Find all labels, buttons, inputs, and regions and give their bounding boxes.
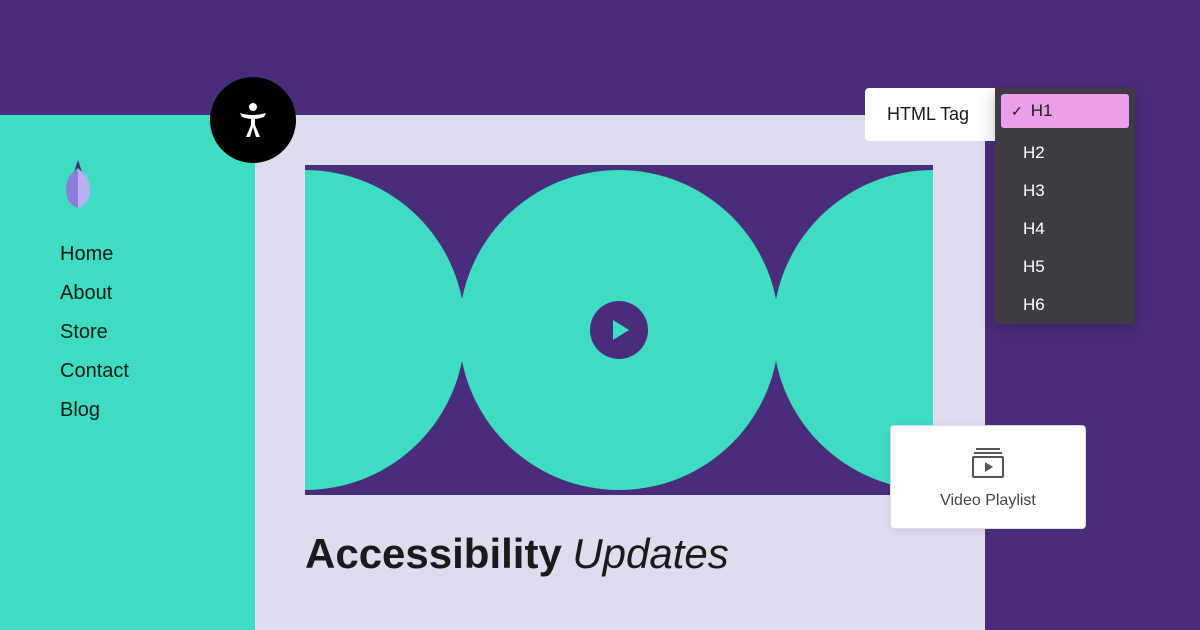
accessibility-icon <box>232 99 274 141</box>
video-playlist-icon <box>911 448 1065 478</box>
heading-italic: Updates <box>572 530 728 577</box>
dropdown-item-h2[interactable]: H2 <box>995 134 1135 172</box>
dropdown-item-label: H6 <box>1023 295 1045 315</box>
nav-item-home[interactable]: Home <box>60 243 255 266</box>
page-heading: Accessibility Updates <box>305 530 935 579</box>
nav-item-about[interactable]: About <box>60 282 255 305</box>
nav-item-store[interactable]: Store <box>60 321 255 344</box>
play-icon <box>613 320 629 340</box>
html-tag-dropdown[interactable]: ✓ H1 H2 H3 H4 H5 H6 <box>995 88 1135 324</box>
dropdown-item-label: H4 <box>1023 219 1045 239</box>
dropdown-item-label: H3 <box>1023 181 1045 201</box>
html-tag-panel: HTML Tag ✓ H1 H2 H3 H4 H5 H6 <box>865 88 1135 324</box>
check-icon: ✓ <box>1011 103 1023 120</box>
dropdown-item-label: H2 <box>1023 143 1045 163</box>
video-playlist-card[interactable]: Video Playlist <box>890 425 1086 529</box>
html-tag-label: HTML Tag <box>865 88 995 141</box>
accessibility-badge[interactable] <box>210 77 296 163</box>
site-logo <box>60 160 96 208</box>
nav-list: Home About Store Contact Blog <box>60 243 255 422</box>
sidebar: Home About Store Contact Blog <box>0 115 255 630</box>
hero-image <box>305 165 933 495</box>
dropdown-item-label: H1 <box>1031 101 1053 121</box>
dropdown-item-h1[interactable]: ✓ H1 <box>1001 94 1129 128</box>
dropdown-item-label: H5 <box>1023 257 1045 277</box>
heading-bold: Accessibility <box>305 530 562 577</box>
dropdown-item-h4[interactable]: H4 <box>995 210 1135 248</box>
dropdown-item-h3[interactable]: H3 <box>995 172 1135 210</box>
decorative-circle <box>305 170 465 490</box>
play-button[interactable] <box>590 301 648 359</box>
video-playlist-label: Video Playlist <box>911 492 1065 510</box>
nav-item-contact[interactable]: Contact <box>60 360 255 383</box>
nav-item-blog[interactable]: Blog <box>60 399 255 422</box>
dropdown-item-h5[interactable]: H5 <box>995 248 1135 286</box>
dropdown-item-h6[interactable]: H6 <box>995 286 1135 324</box>
